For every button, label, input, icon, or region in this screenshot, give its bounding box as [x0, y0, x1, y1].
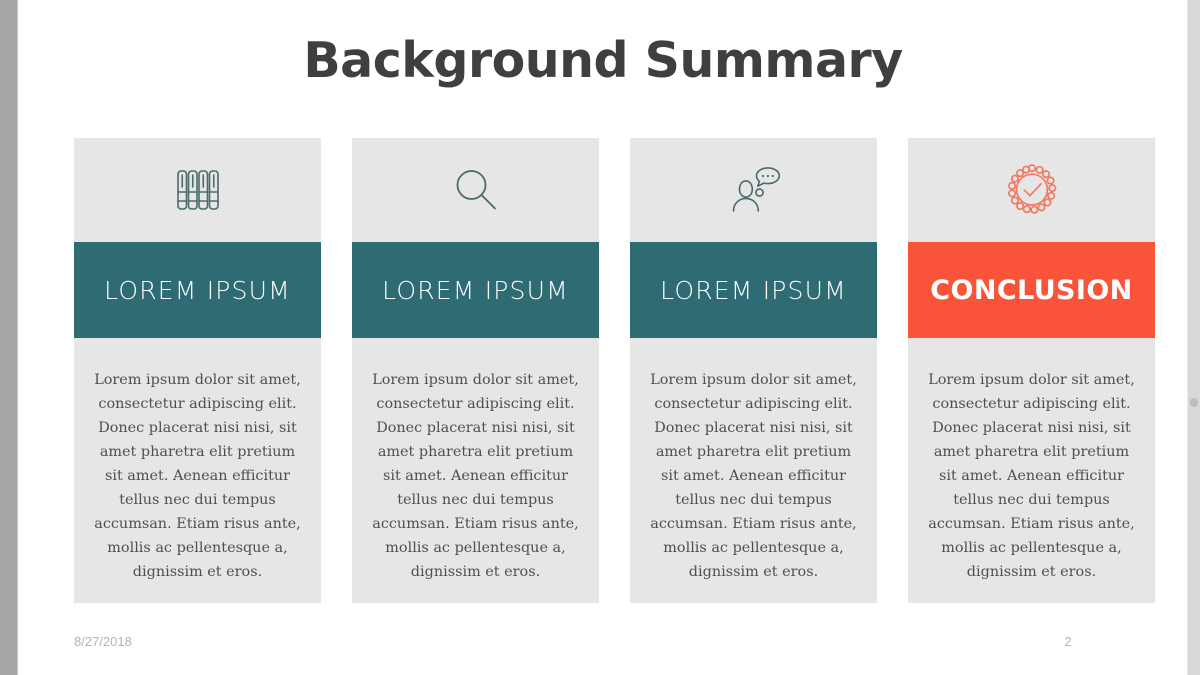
summary-card-2[interactable]: LOREM IPSUM Lorem ipsum dolor sit amet, … — [352, 138, 599, 603]
card-2-banner-label: LOREM IPSUM — [382, 275, 569, 305]
summary-card-1[interactable]: LOREM IPSUM Lorem ipsum dolor sit amet, … — [74, 138, 321, 603]
card-3-body-text: Lorem ipsum dolor sit amet, consectetur … — [650, 372, 857, 580]
slide-canvas: Background Summary LOREM IPSUM Lorem ips… — [18, 0, 1188, 675]
books-icon — [175, 165, 221, 215]
card-2-icon-area — [352, 138, 599, 242]
left-gutter — [0, 0, 17, 675]
card-1-body-text: Lorem ipsum dolor sit amet, consectetur … — [94, 372, 301, 580]
summary-card-row: LOREM IPSUM Lorem ipsum dolor sit amet, … — [74, 138, 1155, 603]
page-title: Background Summary — [303, 32, 903, 89]
card-3-banner-label: LOREM IPSUM — [660, 275, 847, 305]
footer-date: 8/27/2018 — [74, 634, 132, 649]
vertical-scrollbar-track[interactable] — [1188, 0, 1200, 675]
card-4-banner: CONCLUSION — [908, 242, 1155, 338]
card-4-icon-area — [908, 138, 1155, 242]
summary-card-3[interactable]: LOREM IPSUM Lorem ipsum dolor sit amet, … — [630, 138, 877, 603]
check-badge-icon — [1006, 164, 1058, 216]
footer-page-number: 2 — [1064, 634, 1072, 649]
vertical-scrollbar-thumb[interactable] — [1190, 398, 1198, 407]
card-3-banner: LOREM IPSUM — [630, 242, 877, 338]
card-1-banner: LOREM IPSUM — [74, 242, 321, 338]
card-2-body: Lorem ipsum dolor sit amet, consectetur … — [352, 338, 599, 603]
card-4-banner-label: CONCLUSION — [930, 274, 1133, 306]
card-4-body-text: Lorem ipsum dolor sit amet, consectetur … — [928, 372, 1135, 580]
card-2-body-text: Lorem ipsum dolor sit amet, consectetur … — [372, 372, 579, 580]
card-1-banner-label: LOREM IPSUM — [104, 275, 291, 305]
presentation-viewport: Background Summary LOREM IPSUM Lorem ips… — [0, 0, 1200, 675]
person-speech-bubble-icon — [727, 165, 781, 215]
summary-card-4[interactable]: CONCLUSION Lorem ipsum dolor sit amet, c… — [908, 138, 1155, 603]
card-1-body: Lorem ipsum dolor sit amet, consectetur … — [74, 338, 321, 603]
card-3-body: Lorem ipsum dolor sit amet, consectetur … — [630, 338, 877, 603]
magnifier-icon — [451, 165, 501, 215]
card-4-body: Lorem ipsum dolor sit amet, consectetur … — [908, 338, 1155, 603]
card-1-icon-area — [74, 138, 321, 242]
card-2-banner: LOREM IPSUM — [352, 242, 599, 338]
card-3-icon-area — [630, 138, 877, 242]
